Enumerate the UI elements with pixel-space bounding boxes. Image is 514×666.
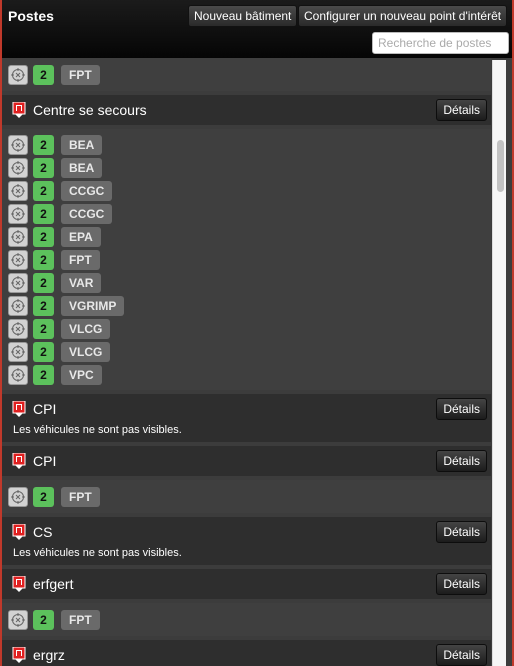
details-button[interactable]: Détails bbox=[436, 99, 487, 121]
vehicle-group: 2 FPT bbox=[2, 58, 491, 91]
vehicle-type-label: BEA bbox=[61, 134, 103, 155]
building-name: CPI bbox=[33, 453, 57, 469]
target-icon[interactable] bbox=[8, 134, 28, 155]
vehicle-count-badge: 2 bbox=[33, 341, 54, 362]
vehicle-type-label: FPT bbox=[61, 249, 100, 270]
details-button[interactable]: Détails bbox=[436, 398, 487, 420]
fire-station-icon bbox=[12, 646, 26, 663]
vehicle-row: 2 EPA bbox=[2, 225, 491, 248]
vehicle-row: 2 CCGC bbox=[2, 202, 491, 225]
vehicle-row: 2 VGRIMP bbox=[2, 294, 491, 317]
building-card: CPI Détails bbox=[2, 446, 491, 476]
details-button[interactable]: Détails bbox=[436, 450, 487, 472]
vehicle-count-badge: 2 bbox=[33, 64, 54, 85]
vehicle-type-label: VGRIMP bbox=[61, 295, 125, 316]
building-list: 2 FPT Centre se secours Détails 2 BEA 2 BEA 2 CCG… bbox=[2, 58, 491, 666]
vehicle-row: 2 FPT bbox=[2, 485, 491, 508]
vehicle-type-label: CCGC bbox=[61, 180, 113, 201]
vehicle-row: 2 FPT bbox=[2, 248, 491, 271]
target-icon[interactable] bbox=[8, 226, 28, 247]
fire-station-icon bbox=[12, 575, 26, 592]
target-icon[interactable] bbox=[8, 203, 28, 224]
vehicle-count-badge: 2 bbox=[33, 249, 54, 270]
building-name: CS bbox=[33, 524, 53, 540]
new-building-button[interactable]: Nouveau bâtiment bbox=[188, 5, 298, 27]
fire-station-icon bbox=[12, 101, 26, 118]
vehicle-group: 2 FPT bbox=[2, 480, 491, 513]
vehicle-type-label: BEA bbox=[61, 157, 103, 178]
vehicle-row: 2 FPT bbox=[2, 63, 491, 86]
target-icon[interactable] bbox=[8, 318, 28, 339]
vehicle-row: 2 VPC bbox=[2, 363, 491, 386]
panel-title: Postes bbox=[8, 8, 54, 24]
vehicle-row: 2 BEA bbox=[2, 133, 491, 156]
vehicle-count-badge: 2 bbox=[33, 364, 54, 385]
vehicle-type-label: FPT bbox=[61, 609, 100, 630]
target-icon[interactable] bbox=[8, 341, 28, 362]
vehicles-hidden-note: Les véhicules ne sont pas visibles. bbox=[13, 424, 182, 436]
vehicle-type-label: VLCG bbox=[61, 341, 111, 362]
building-card: erfgert Détails bbox=[2, 569, 491, 599]
vehicle-type-label: VPC bbox=[61, 364, 102, 385]
vehicle-row: 2 FPT bbox=[2, 608, 491, 631]
vehicle-count-badge: 2 bbox=[33, 134, 54, 155]
target-icon[interactable] bbox=[8, 180, 28, 201]
vehicle-count-badge: 2 bbox=[33, 203, 54, 224]
vehicle-group: 2 FPT bbox=[2, 603, 491, 636]
building-name: Centre se secours bbox=[33, 102, 147, 118]
details-button[interactable]: Détails bbox=[436, 573, 487, 595]
vehicle-type-label: VLCG bbox=[61, 318, 111, 339]
vehicle-count-badge: 2 bbox=[33, 180, 54, 201]
panel-header: Postes Nouveau bâtiment Configurer un no… bbox=[2, 0, 512, 58]
vehicle-count-badge: 2 bbox=[33, 486, 54, 507]
building-card: ergrz Détails bbox=[2, 640, 491, 666]
configure-poi-button[interactable]: Configurer un nouveau point d'intérêt bbox=[298, 5, 508, 27]
vehicle-group: 2 BEA 2 BEA 2 CCGC 2 CCGC 2 EPA 2 FPT 2 VAR 2 VGRIMP 2 VL… bbox=[2, 129, 491, 390]
vehicle-count-badge: 2 bbox=[33, 272, 54, 293]
details-button[interactable]: Détails bbox=[436, 521, 487, 543]
vehicle-row: 2 BEA bbox=[2, 156, 491, 179]
building-name: ergrz bbox=[33, 647, 65, 663]
vehicle-type-label: FPT bbox=[61, 486, 100, 507]
fire-station-icon bbox=[12, 523, 26, 540]
vehicle-type-label: FPT bbox=[61, 64, 100, 85]
vehicles-hidden-note: Les véhicules ne sont pas visibles. bbox=[13, 547, 182, 559]
target-icon[interactable] bbox=[8, 272, 28, 293]
vehicle-count-badge: 2 bbox=[33, 226, 54, 247]
search-input[interactable] bbox=[372, 32, 509, 54]
vehicle-row: 2 CCGC bbox=[2, 179, 491, 202]
vehicle-count-badge: 2 bbox=[33, 318, 54, 339]
vehicle-count-badge: 2 bbox=[33, 157, 54, 178]
building-card: CS Détails Les véhicules ne sont pas visib… bbox=[2, 517, 491, 565]
vehicle-row: 2 VLCG bbox=[2, 317, 491, 340]
fire-station-icon bbox=[12, 452, 26, 469]
details-button[interactable]: Détails bbox=[436, 644, 487, 666]
building-name: CPI bbox=[33, 401, 57, 417]
target-icon[interactable] bbox=[8, 249, 28, 270]
scrollbar[interactable] bbox=[492, 60, 506, 666]
vehicle-row: 2 VLCG bbox=[2, 340, 491, 363]
vehicle-type-label: CCGC bbox=[61, 203, 113, 224]
vehicle-count-badge: 2 bbox=[33, 609, 54, 630]
vehicle-count-badge: 2 bbox=[33, 295, 54, 316]
fire-station-icon bbox=[12, 400, 26, 417]
target-icon[interactable] bbox=[8, 364, 28, 385]
target-icon[interactable] bbox=[8, 295, 28, 316]
building-card: CPI Détails Les véhicules ne sont pas visi… bbox=[2, 394, 491, 442]
target-icon[interactable] bbox=[8, 64, 28, 85]
target-icon[interactable] bbox=[8, 609, 28, 630]
scrollbar-thumb[interactable] bbox=[497, 140, 504, 192]
vehicle-type-label: VAR bbox=[61, 272, 102, 293]
target-icon[interactable] bbox=[8, 486, 28, 507]
vehicle-row: 2 VAR bbox=[2, 271, 491, 294]
target-icon[interactable] bbox=[8, 157, 28, 178]
building-card: Centre se secours Détails bbox=[2, 95, 491, 125]
building-name: erfgert bbox=[33, 576, 74, 592]
vehicle-type-label: EPA bbox=[61, 226, 101, 247]
